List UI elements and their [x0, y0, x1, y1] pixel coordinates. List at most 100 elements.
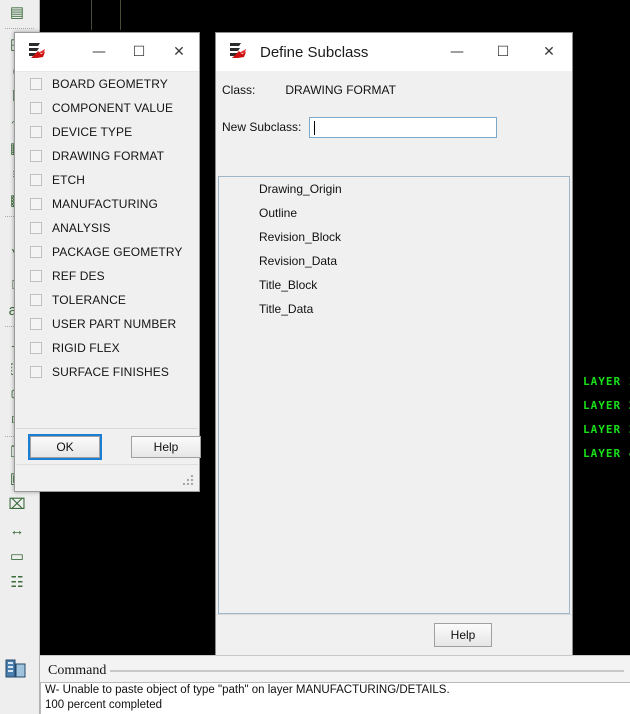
class-list-item[interactable]: SURFACE FINISHES — [16, 360, 198, 384]
canvas-layer-label: LAYER 3 — [583, 423, 630, 436]
command-divider — [110, 670, 624, 672]
subclass-list[interactable]: Drawing_Origin Outline Revision_Block Revis… — [218, 176, 570, 614]
pcb-symbol-icon: ▤ — [9, 4, 25, 21]
console-output[interactable]: W- Unable to paste object of type "path"… — [40, 682, 630, 714]
subclass-dialog-titlebar[interactable]: Define Subclass — ☐ ✕ — [216, 33, 572, 72]
checkbox-icon[interactable] — [30, 318, 42, 330]
report-icon: ☷ — [10, 574, 24, 591]
subclass-help-button[interactable]: Help — [434, 623, 492, 647]
component-icon: ▭ — [9, 548, 25, 565]
class-dialog-footer: OK Help — [16, 428, 201, 465]
class-list-item-label: COMPONENT VALUE — [52, 101, 174, 115]
checkbox-icon[interactable] — [30, 294, 42, 306]
checkbox-icon[interactable] — [30, 126, 42, 138]
class-list-item-label: DEVICE TYPE — [52, 125, 133, 139]
checkbox-icon[interactable] — [30, 342, 42, 354]
new-subclass-label: New Subclass: — [222, 120, 302, 134]
class-info-row: Class: DRAWING FORMAT — [216, 79, 396, 101]
command-label-row: Command — [40, 660, 630, 682]
ok-button[interactable]: OK — [28, 434, 102, 460]
toolbar-button-component[interactable]: ▭ — [0, 544, 40, 570]
close-button[interactable]: ✕ — [526, 33, 572, 71]
checkbox-icon[interactable] — [30, 174, 42, 186]
checkbox-icon[interactable] — [30, 198, 42, 210]
canvas-layer-label: LAYER 4 — [583, 447, 630, 460]
class-list-item[interactable]: RIGID FLEX — [16, 336, 198, 360]
class-list-item[interactable]: MANUFACTURING — [16, 192, 198, 216]
class-list-item[interactable]: TOLERANCE — [16, 288, 198, 312]
resize-grip-icon[interactable] — [183, 475, 195, 487]
class-list-item-label: BOARD GEOMETRY — [52, 77, 168, 91]
class-list-item-label: TOLERANCE — [52, 293, 127, 307]
class-list-item-label: PACKAGE GEOMETRY — [52, 245, 183, 259]
subclass-dialog-title: Define Subclass — [260, 43, 369, 61]
define-subclass-dialog[interactable]: Define Subclass — ☐ ✕ Class: DRAWING FOR… — [215, 32, 573, 682]
class-list-item[interactable]: DRAWING FORMAT — [16, 144, 198, 168]
class-help-button[interactable]: Help — [131, 436, 201, 458]
canvas-layer-label: LAYER 1 — [583, 375, 630, 388]
checkbox-icon[interactable] — [30, 150, 42, 162]
class-list-item[interactable]: DEVICE TYPE — [16, 120, 198, 144]
canvas-guideline-2 — [120, 0, 121, 30]
checkbox-icon[interactable] — [30, 366, 42, 378]
toolbar-button-report[interactable]: ☷ — [0, 570, 40, 596]
canvas-guideline-1 — [91, 0, 92, 30]
subclass-list-item[interactable]: Outline — [219, 201, 569, 225]
class-list-item-label: DRAWING FORMAT — [52, 149, 165, 163]
minimize-button[interactable]: — — [434, 33, 480, 71]
class-list-item-label: REF DES — [52, 269, 105, 283]
canvas-layer-label: LAYER 2 — [583, 399, 630, 412]
class-label: Class: — [222, 83, 256, 97]
allegro-app-icon — [25, 40, 51, 64]
toolbar-button-measure[interactable]: ↔ — [0, 518, 40, 544]
command-window-icon — [4, 658, 30, 682]
class-list-item-label: RIGID FLEX — [52, 341, 120, 355]
subclass-list-item[interactable]: Title_Block — [219, 273, 569, 297]
class-list-item-label: ANALYSIS — [52, 221, 111, 235]
subclass-list-item[interactable]: Drawing_Origin — [219, 177, 569, 201]
subclass-dialog-button-bar: Help — [216, 614, 572, 656]
checkbox-icon[interactable] — [30, 246, 42, 258]
new-subclass-input[interactable] — [309, 116, 497, 138]
class-value: DRAWING FORMAT — [285, 83, 396, 97]
close-button[interactable]: ✕ — [159, 33, 199, 71]
measure-icon: ↔ — [9, 522, 25, 539]
toolbar-button-pcb-symbol[interactable]: ▤ — [0, 0, 40, 26]
class-selection-dialog[interactable]: — ☐ ✕ BOARD GEOMETRY COMPONENT VALUE DEVIC… — [14, 32, 201, 492]
toolbar-button-delete-shape[interactable]: ⌧ — [0, 492, 40, 518]
class-list-item[interactable]: PACKAGE GEOMETRY — [16, 240, 198, 264]
class-list-item-label: SURFACE FINISHES — [52, 365, 169, 379]
checkbox-icon[interactable] — [30, 222, 42, 234]
maximize-button[interactable]: ☐ — [480, 33, 526, 71]
class-list-item[interactable]: COMPONENT VALUE — [16, 96, 198, 120]
class-list-item[interactable]: ETCH — [16, 168, 198, 192]
subclass-list-item[interactable]: Revision_Data — [219, 249, 569, 273]
new-subclass-row: New Subclass: — [216, 115, 572, 139]
checkbox-icon[interactable] — [30, 102, 42, 114]
class-list-item[interactable]: ANALYSIS — [16, 216, 198, 240]
class-dialog-window-controls[interactable]: — ☐ ✕ — [79, 33, 199, 71]
delete-shape-icon: ⌧ — [8, 496, 26, 513]
allegro-app-icon — [226, 40, 252, 64]
class-checkbox-list[interactable]: BOARD GEOMETRY COMPONENT VALUE DEVICE TYPE… — [16, 72, 198, 429]
checkbox-icon[interactable] — [30, 270, 42, 282]
checkbox-icon[interactable] — [30, 78, 42, 90]
class-dialog-titlebar[interactable]: — ☐ ✕ — [15, 33, 199, 72]
class-list-item-label: USER PART NUMBER — [52, 317, 177, 331]
class-list-item[interactable]: REF DES — [16, 264, 198, 288]
subclass-dialog-window-controls[interactable]: — ☐ ✕ — [434, 33, 572, 71]
class-dialog-resize-area — [16, 464, 198, 490]
console-line: 100 percent completed — [45, 699, 162, 711]
class-list-item-label: ETCH — [52, 173, 86, 187]
command-label: Command — [48, 663, 107, 678]
subclass-dialog-body: Class: DRAWING FORMAT New Subclass: Draw… — [216, 71, 572, 681]
text-caret — [314, 120, 316, 135]
minimize-button[interactable]: — — [79, 33, 119, 71]
subclass-list-item[interactable]: Revision_Block — [219, 225, 569, 249]
class-list-item[interactable]: USER PART NUMBER — [16, 312, 198, 336]
subclass-list-item[interactable]: Title_Data — [219, 297, 569, 321]
class-list-item[interactable]: BOARD GEOMETRY — [16, 72, 198, 96]
command-console: Command W- Unable to paste object of typ… — [40, 655, 630, 714]
maximize-button[interactable]: ☐ — [119, 33, 159, 71]
console-line: W- Unable to paste object of type "path"… — [45, 684, 450, 696]
